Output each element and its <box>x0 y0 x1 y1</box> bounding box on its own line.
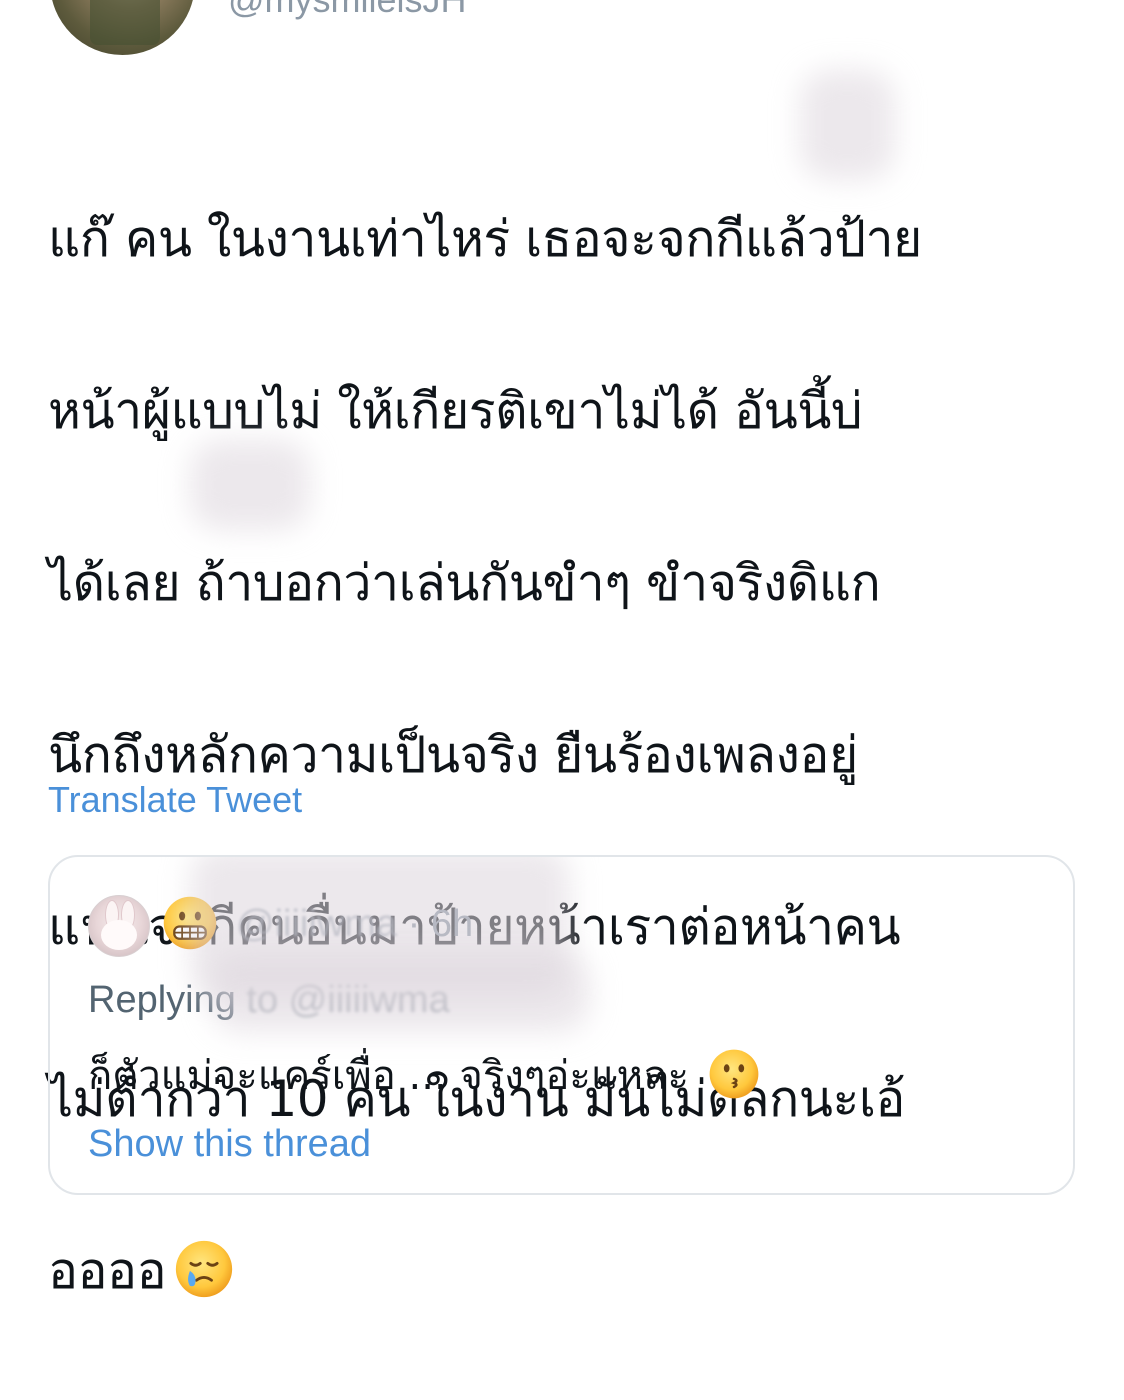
quoted-tweet-card[interactable]: @iiiiiwma · 6h Replying to @iiiiiwma ก็ต… <box>48 855 1075 1195</box>
quoted-tweet-text: ก็ตัวแม่จะแคร์เพื่อ ... จริงๆอ่ะแหละ <box>88 1049 760 1104</box>
tweet-text-line: หน้าผู้แบบไม่ ให้เกียรติเขาไม่ได้ อันนี้… <box>48 382 863 440</box>
replying-to: Replying to @iiiiiwma <box>88 977 450 1023</box>
bunny-face <box>101 920 137 950</box>
tweet-text-line: ออออ <box>48 1242 167 1300</box>
face-holding-back-tears-emoji <box>176 1240 233 1297</box>
quoted-handle[interactable]: @iiiiiwma <box>236 903 397 945</box>
replying-prefix: Replying <box>88 979 236 1021</box>
tweet-text-line: ได้เลย ถ้าบอกว่าเล่นกันขำๆ ขำจริงดิแก <box>48 554 881 612</box>
quoted-time[interactable]: 6h <box>431 903 473 945</box>
kissing-face-emoji <box>709 1049 759 1099</box>
author-handle[interactable]: @mysmileisJH <box>228 0 467 22</box>
author-avatar[interactable] <box>50 0 195 55</box>
quoted-tweet-meta: @iiiiiwma · 6h <box>236 901 473 947</box>
tweet-text-line: แก๊ คน ในงานเท่าไหร่ เธอจะจกกีแล้วป้าย <box>48 210 922 268</box>
replying-target[interactable]: to @iiiiiwma <box>236 979 449 1021</box>
show-thread-link[interactable]: Show this thread <box>88 1121 371 1167</box>
tweet-text-last-line: ออออ <box>48 1228 1088 1314</box>
quoted-author-avatar[interactable] <box>88 895 150 957</box>
translate-tweet-link[interactable]: Translate Tweet <box>48 778 302 822</box>
grimacing-face-emoji <box>163 896 217 950</box>
quoted-tweet-text-content: ก็ตัวแม่จะแคร์เพื่อ ... จริงๆอ่ะแหละ <box>88 1053 702 1099</box>
meta-separator: · <box>407 903 421 945</box>
tweet-text: แก๊ คน ในงานเท่าไหร่ เธอจะจกกีแล้วป้าย ห… <box>48 110 1088 1400</box>
